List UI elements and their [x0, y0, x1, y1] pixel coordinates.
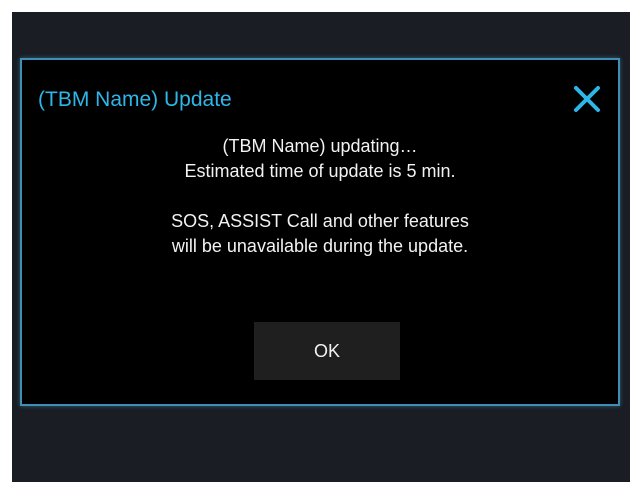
update-dialog: (TBM Name) Update (TBM Name) updating… E… [20, 58, 620, 406]
message-line-unavailable: will be unavailable during the update. [171, 236, 469, 256]
message-line-updating: (TBM Name) updating… [222, 136, 418, 156]
close-button[interactable] [570, 82, 604, 116]
dialog-message: (TBM Name) updating… Estimated time of u… [22, 134, 618, 259]
message-spacer [22, 184, 618, 209]
screen-background: (TBM Name) Update (TBM Name) updating… E… [12, 12, 630, 482]
message-line-features: SOS, ASSIST Call and other features [171, 211, 469, 231]
ok-button[interactable]: OK [254, 322, 400, 380]
close-icon [574, 86, 600, 112]
message-line-estimate: Estimated time of update is 5 min. [184, 161, 456, 181]
dialog-title: (TBM Name) Update [38, 88, 232, 111]
